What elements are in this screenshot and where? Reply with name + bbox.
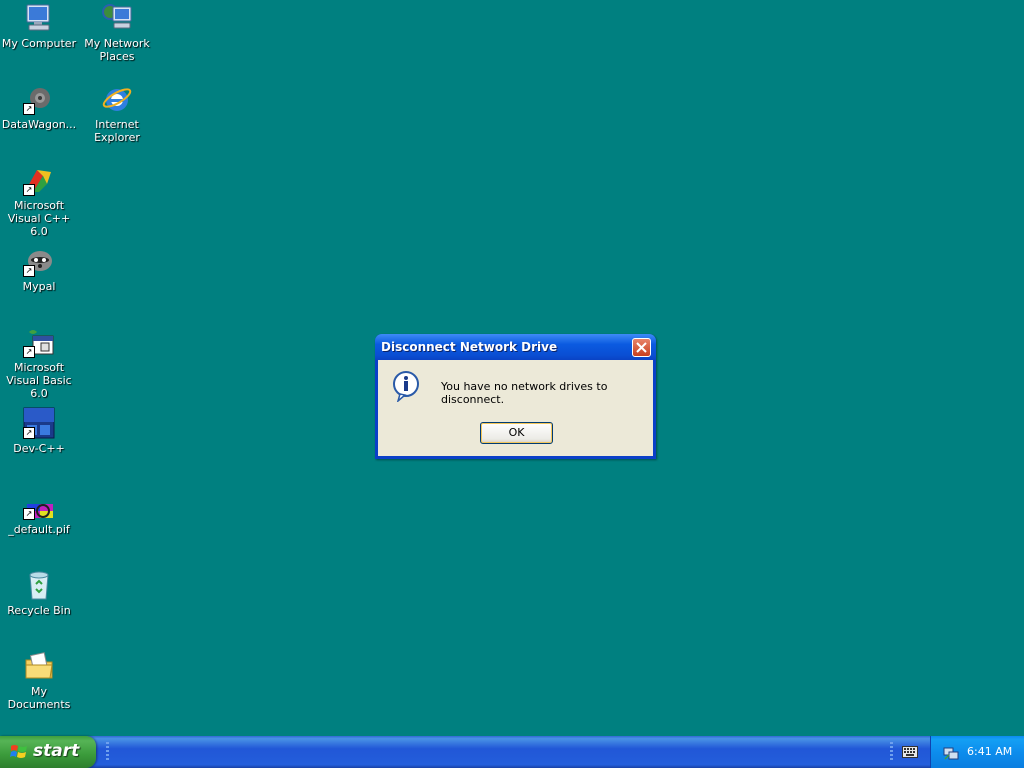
shortcut-arrow-icon: ↗ <box>23 427 35 439</box>
desktop-icon-dev-cpp[interactable]: ↗ Dev-C++ <box>0 407 78 455</box>
mypal-icon: ↗ <box>23 245 55 277</box>
dialog-titlebar[interactable]: Disconnect Network Drive <box>375 334 656 360</box>
desktop-icon-default-pif[interactable]: ↗ _default.pif <box>0 488 78 536</box>
shortcut-arrow-icon: ↗ <box>23 346 35 358</box>
shortcut-arrow-icon: ↗ <box>23 184 35 196</box>
shortcut-arrow-icon: ↗ <box>23 508 35 520</box>
desktop: My Computer My Network Places ↗ DataWago… <box>0 0 1024 736</box>
desktop-icon-label: DataWagon... <box>1 118 77 131</box>
keyboard-icon[interactable] <box>902 746 918 758</box>
shortcut-arrow-icon: ↗ <box>23 103 35 115</box>
desktop-icon-recycle-bin[interactable]: Recycle Bin <box>0 569 78 617</box>
my-computer-icon <box>23 2 55 34</box>
desktop-icon-label: _default.pif <box>8 523 70 536</box>
recycle-bin-icon <box>23 569 55 601</box>
visual-basic-icon: ↗ <box>23 326 55 358</box>
desktop-icon-label: My Documents <box>7 685 71 711</box>
close-icon <box>636 342 647 353</box>
ok-button[interactable]: OK <box>480 422 553 444</box>
visual-cpp-icon: ↗ <box>23 164 55 196</box>
network-places-icon <box>101 2 133 34</box>
desktop-icon-label: Microsoft Visual Basic 6.0 <box>6 361 72 400</box>
desktop-icon-label: Internet Explorer <box>94 118 140 144</box>
close-button[interactable] <box>632 338 651 357</box>
dialog-title: Disconnect Network Drive <box>381 340 558 354</box>
taskbar: start 6:41 AM <box>0 736 1024 768</box>
desktop-icon-internet-explorer[interactable]: Internet Explorer <box>78 83 156 144</box>
system-tray: 6:41 AM <box>930 736 1024 768</box>
desktop-icon-label: Mypal <box>22 280 56 293</box>
desktop-icon-label: Microsoft Visual C++ 6.0 <box>7 199 71 238</box>
windows-flag-icon <box>10 745 27 758</box>
my-documents-icon <box>23 650 55 682</box>
desktop-icon-network-places[interactable]: My Network Places <box>78 2 156 63</box>
desktop-icon-label: Recycle Bin <box>7 604 71 617</box>
desktop-icon-datawagon[interactable]: ↗ DataWagon... <box>0 83 78 131</box>
taskbar-grip[interactable] <box>106 742 109 762</box>
start-label: start <box>33 741 80 761</box>
information-icon <box>391 370 423 404</box>
clock[interactable]: 6:41 AM <box>967 745 1012 758</box>
desktop-icon-mypal[interactable]: ↗ Mypal <box>0 245 78 293</box>
taskbar-grip[interactable] <box>890 742 893 762</box>
disconnect-network-drive-dialog: Disconnect Network Drive You have no net… <box>375 334 656 459</box>
dialog-body: You have no network drives to disconnect… <box>378 360 653 456</box>
datawagon-icon: ↗ <box>23 83 55 115</box>
desktop-icon-visual-cpp[interactable]: ↗ Microsoft Visual C++ 6.0 <box>0 164 78 238</box>
desktop-icon-label: My Network Places <box>84 37 150 63</box>
desktop-icon-label: Dev-C++ <box>13 442 65 455</box>
shortcut-arrow-icon: ↗ <box>23 265 35 277</box>
desktop-icon-my-computer[interactable]: My Computer <box>0 2 78 50</box>
desktop-icon-visual-basic[interactable]: ↗ Microsoft Visual Basic 6.0 <box>0 326 78 400</box>
internet-explorer-icon <box>101 83 133 115</box>
ms-dos-pif-icon: ↗ <box>23 488 55 520</box>
dev-cpp-icon: ↗ <box>23 407 55 439</box>
dialog-message: You have no network drives to disconnect… <box>441 380 608 406</box>
start-button[interactable]: start <box>0 736 96 768</box>
network-tray-icon[interactable] <box>943 745 959 761</box>
desktop-icon-my-documents[interactable]: My Documents <box>0 650 78 711</box>
desktop-icon-label: My Computer <box>1 37 77 50</box>
